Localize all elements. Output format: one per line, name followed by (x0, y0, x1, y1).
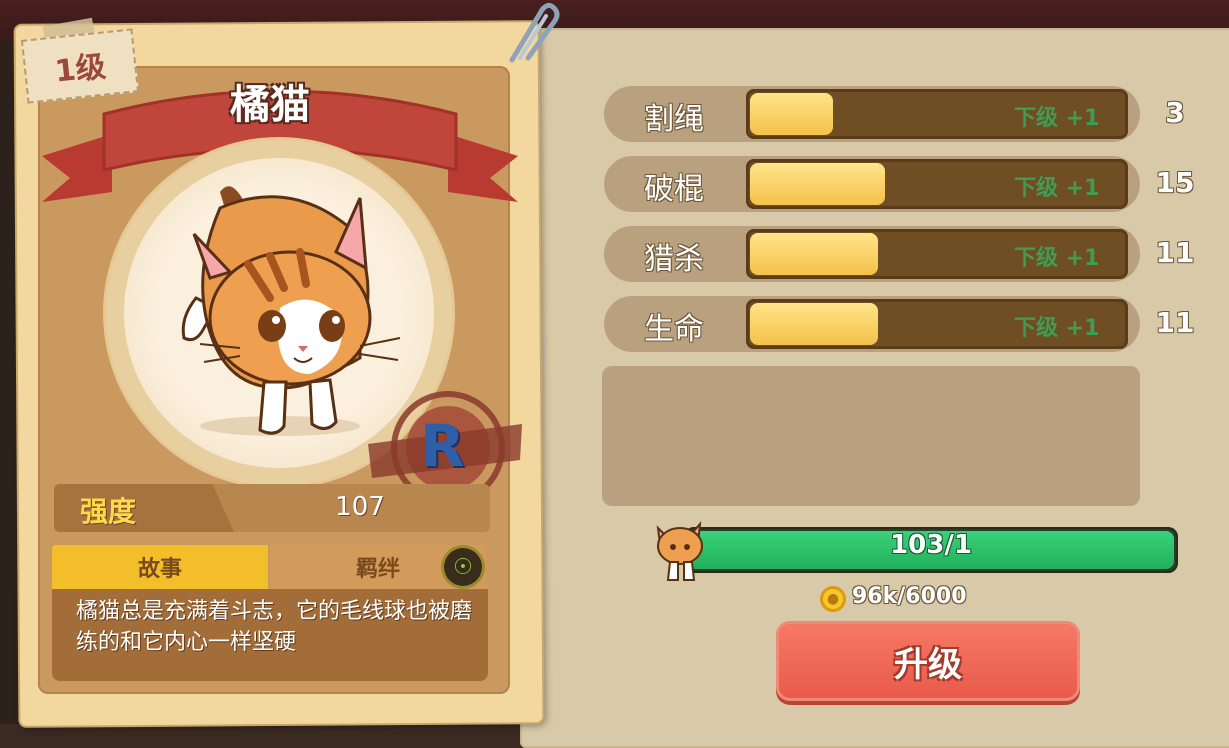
attribute-value: 15 (1155, 166, 1195, 199)
tab-story[interactable]: 故事 (52, 545, 268, 589)
strength-label: 强度 (80, 495, 137, 528)
mini-cat-icon (656, 520, 703, 581)
bond-icon[interactable]: ☉ (444, 548, 482, 586)
attribute-next-level: 下级 +1 (1014, 316, 1100, 341)
story-text: 橘猫总是充满着斗志，它的毛线球也被磨练的和它内心一样坚硬 (76, 599, 473, 655)
rarity-letter: R (420, 412, 465, 480)
attribute-value: 11 (1155, 306, 1195, 339)
attribute-label: 破棍 (644, 172, 704, 207)
attribute-label: 生命 (644, 312, 704, 347)
strength-value: 107 (335, 492, 385, 522)
cat-name: 橘猫 (230, 82, 310, 128)
attribute-bar-fill (750, 163, 885, 205)
attribute-next-level: 下级 +1 (1014, 246, 1100, 271)
empty-info-box (602, 366, 1140, 506)
shard-progress-text: 103/1 (890, 530, 972, 560)
attribute-next-level: 下级 +1 (1014, 176, 1100, 201)
attribute-bar-fill (750, 233, 878, 275)
attribute-label: 猎杀 (644, 242, 704, 277)
attribute-bar-fill (750, 93, 833, 135)
upgrade-button[interactable]: 升级 (776, 621, 1080, 701)
attribute-value: 3 (1165, 96, 1185, 129)
attribute-next-level: 下级 +1 (1014, 106, 1100, 131)
attribute-value: 11 (1155, 236, 1195, 269)
coin-icon: ● (820, 586, 846, 612)
paperclip-icon (509, 2, 560, 63)
upgrade-cost: 96k/6000 (852, 584, 967, 609)
attribute-label: 割绳 (644, 102, 704, 137)
attribute-bar-fill (750, 303, 878, 345)
